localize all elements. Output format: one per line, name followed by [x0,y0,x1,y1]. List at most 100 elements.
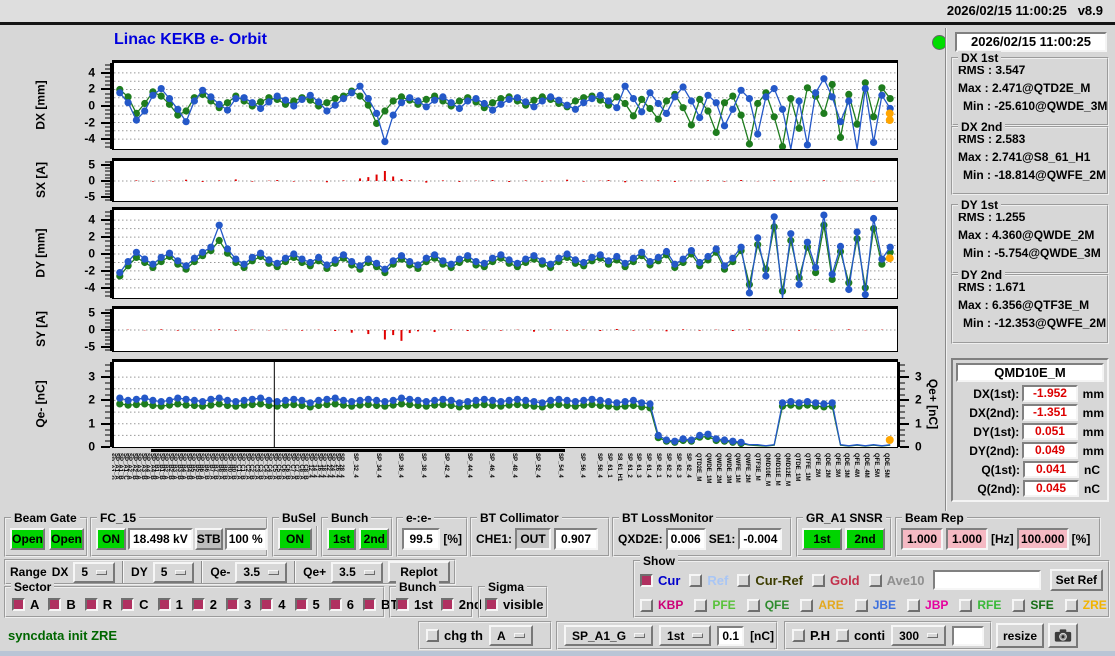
show-ref-toggle[interactable]: Ref [689,573,728,588]
sector-5-toggle[interactable]: 5 [294,597,320,612]
checkbox[interactable] [362,597,376,611]
extra-input[interactable] [952,625,984,646]
bunch-1st-toggle[interactable]: 1st [396,597,433,612]
conti-toggle[interactable]: conti [836,628,885,643]
sector-6-toggle[interactable]: 6 [328,597,354,612]
checkbox[interactable] [260,597,274,611]
checkbox[interactable] [485,597,498,611]
checkbox[interactable] [689,573,703,587]
show-zre-toggle[interactable]: ZRE [1064,598,1107,612]
checkbox[interactable] [836,629,849,642]
ref-file-input[interactable] [933,570,1041,590]
show-kbp-toggle[interactable]: KBP [640,598,683,612]
checkbox[interactable] [191,597,205,611]
sector-1-toggle[interactable]: 1 [157,597,183,612]
range-qep-select[interactable]: 3.5 [331,561,383,583]
show-cur-toggle[interactable]: Cur [640,573,680,588]
bunch-1st-button[interactable]: 1st [327,528,357,550]
checkbox[interactable] [792,629,805,642]
stats-title: DY 2nd [958,268,1006,283]
checkbox[interactable] [84,597,98,611]
show-gold-toggle[interactable]: Gold [812,573,860,588]
checkbox[interactable] [737,573,751,587]
gr-2nd-button[interactable]: 2nd [845,528,885,550]
sp-monitor-select[interactable]: SP_A1_G [564,625,654,646]
threshold-input[interactable]: 0.1 [717,625,745,646]
checkbox[interactable] [746,598,760,612]
show-pfe-toggle[interactable]: PFE [694,598,736,612]
gr-1st-button[interactable]: 1st [802,528,842,550]
min-line: Min : -25.610@QWDE_3M [963,99,1107,113]
beam-gate-2-button[interactable]: Open [49,528,84,550]
range-label: Range [10,565,47,579]
sector-r-toggle[interactable]: R [84,597,112,612]
fc15-stb-button[interactable]: STB [194,528,223,550]
qmd-row-label: DY(2nd): [969,443,1020,458]
fc15-on-button[interactable]: ON [96,528,126,550]
checkbox[interactable] [157,597,171,611]
beam-gate-1-button[interactable]: Open [10,528,45,550]
range-dy-select[interactable]: 5 [152,561,195,583]
checkbox[interactable] [640,573,653,587]
bunch-2nd-button[interactable]: 2nd [359,528,390,550]
checkbox[interactable] [907,598,921,612]
count-select[interactable]: 300 [891,625,947,646]
checkbox[interactable] [426,629,439,642]
show-jbe-toggle[interactable]: JBE [854,598,896,612]
checkbox[interactable] [396,597,409,611]
checkbox[interactable] [800,598,814,612]
checkbox[interactable] [1012,598,1026,612]
ph-toggle[interactable]: P.H [792,628,830,643]
stats-title: DX 2nd [958,120,1006,135]
show-rfe-toggle[interactable]: RFE [959,598,1001,612]
range-dx-select[interactable]: 5 [73,561,116,583]
sy-axis-title: SY [A] [34,311,49,347]
sector-b-toggle[interactable]: B [48,597,76,612]
beam-gate-group: Beam Gate Open Open [4,511,88,557]
sector-a-toggle[interactable]: A [12,597,39,612]
bunch-2nd-toggle[interactable]: 2nd [440,597,482,612]
show-qfe-toggle[interactable]: QFE [746,598,789,612]
chg-th-toggle[interactable]: chg th [426,628,483,643]
show-ave10-toggle[interactable]: Ave10 [868,573,924,588]
checkbox[interactable] [640,598,653,612]
screenshot-button[interactable] [1048,623,1078,648]
checkbox[interactable] [226,597,240,611]
checkbox[interactable] [328,597,342,611]
checkbox[interactable] [440,597,454,611]
checkbox[interactable] [48,597,62,611]
show-are-toggle[interactable]: ARE [800,598,844,612]
checkbox[interactable] [12,597,25,611]
sector-3-toggle[interactable]: 3 [226,597,251,612]
resize-button[interactable]: resize [996,623,1044,648]
checkbox[interactable] [959,598,973,612]
che1-state: OUT [515,528,552,550]
range-qem-select[interactable]: 3.5 [235,561,288,583]
checkbox[interactable] [854,598,868,612]
sp-bunch-select[interactable]: 1st [659,625,712,646]
sector-c-toggle[interactable]: C [121,597,149,612]
sector-2-toggle[interactable]: 2 [191,597,217,612]
show-jbp-toggle[interactable]: JBP [907,598,948,612]
bunch-group: Bunch 1st 2nd [321,511,393,557]
set-ref-button[interactable]: Set Ref [1049,569,1103,591]
checkbox[interactable] [812,573,826,587]
acquisition-panel: P.H conti 300 [784,621,992,650]
dy-y-axis: 4 2 0 -2 -4 [64,210,112,298]
camera-icon [1054,629,1072,642]
chg-th-select[interactable]: A [489,625,533,646]
show-cur-ref-toggle[interactable]: Cur-Ref [737,573,803,588]
checkbox[interactable] [121,597,135,611]
checkbox[interactable] [694,598,708,612]
checkbox[interactable] [868,573,882,587]
checkbox[interactable] [1064,598,1078,612]
dy-plot [112,207,898,299]
show-sfe-toggle[interactable]: SFE [1012,598,1054,612]
sigma-visible-toggle[interactable]: visible [485,597,543,612]
busel-on-button[interactable]: ON [278,528,312,550]
sector-4-toggle[interactable]: 4 [260,597,286,612]
qmd-row-label: DX(2nd): [969,405,1020,420]
checkbox[interactable] [294,597,308,611]
qmd-row-value: 0.045 [1023,480,1079,497]
che1-value: 0.907 [554,528,599,550]
